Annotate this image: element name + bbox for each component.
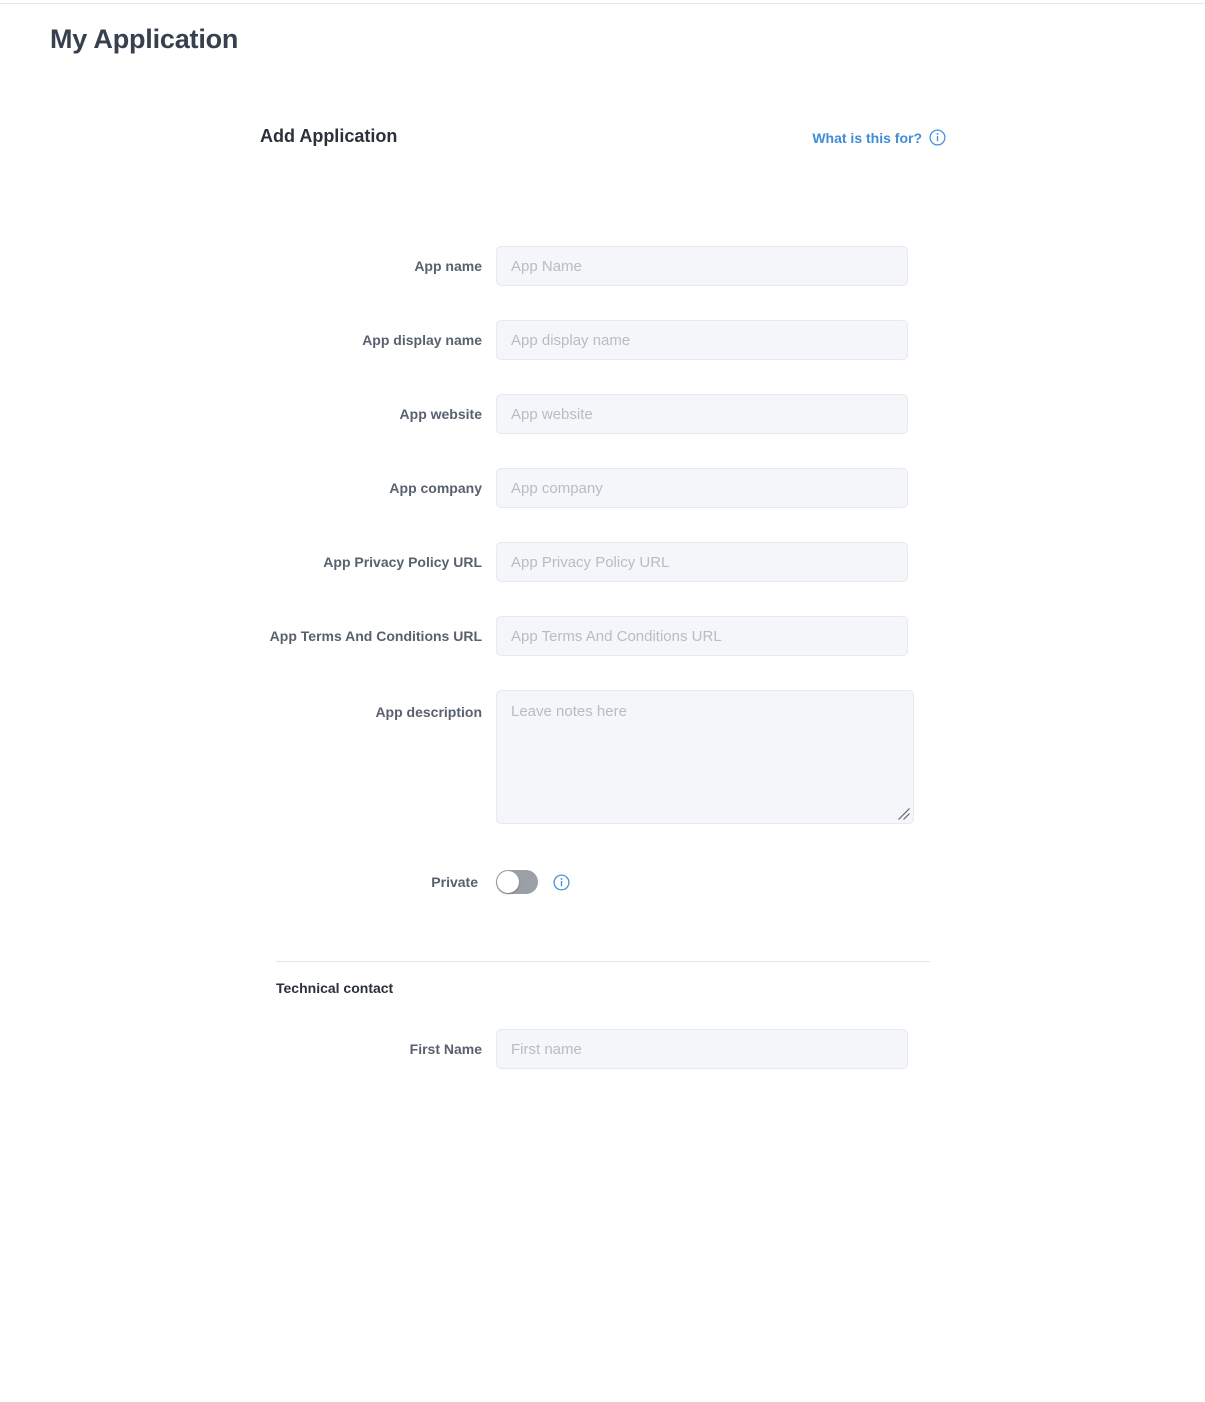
label-app-display-name: App display name xyxy=(362,332,482,348)
field-row-app-terms-and-conditions-url: App Terms And Conditions URL xyxy=(0,616,1205,656)
private-info-icon[interactable] xyxy=(553,873,570,891)
app-website-input[interactable] xyxy=(496,394,908,434)
label-app-terms-and-conditions-url: App Terms And Conditions URL xyxy=(269,628,482,644)
field-row-private: Private xyxy=(0,870,1205,894)
info-icon xyxy=(929,129,946,146)
app-privacy-policy-url-input[interactable] xyxy=(496,542,908,582)
label-app-privacy-policy-url: App Privacy Policy URL xyxy=(323,554,482,570)
add-application-card: Add Application What is this for? xyxy=(0,120,1205,160)
app-description-textarea[interactable] xyxy=(496,690,914,824)
technical-contact-heading: Technical contact xyxy=(276,980,394,996)
label-private: Private xyxy=(431,874,478,890)
control-app-privacy-policy-url xyxy=(496,542,908,582)
field-row-app-company: App company xyxy=(0,468,1205,508)
field-row-first-name: First Name xyxy=(0,1029,1205,1069)
app-company-input[interactable] xyxy=(496,468,908,508)
label-app-website: App website xyxy=(399,406,482,422)
control-app-name xyxy=(496,246,908,286)
application-form: App name App display name App website Ap… xyxy=(0,246,1205,894)
control-app-display-name xyxy=(496,320,908,360)
control-app-website xyxy=(496,394,908,434)
control-app-company xyxy=(496,468,908,508)
top-divider xyxy=(0,3,1205,4)
field-row-app-display-name: App display name xyxy=(0,320,1205,360)
card-header: Add Application What is this for? xyxy=(260,120,946,160)
private-toggle-knob xyxy=(497,871,519,893)
app-terms-and-conditions-url-input[interactable] xyxy=(496,616,908,656)
app-display-name-input[interactable] xyxy=(496,320,908,360)
private-toggle[interactable] xyxy=(496,870,538,894)
first-name-input[interactable] xyxy=(496,1029,908,1069)
app-name-input[interactable] xyxy=(496,246,908,286)
what-is-this-for-label: What is this for? xyxy=(812,129,922,146)
field-row-app-privacy-policy-url: App Privacy Policy URL xyxy=(0,542,1205,582)
label-app-company: App company xyxy=(389,480,482,496)
field-row-app-description: App description xyxy=(0,690,1205,824)
what-is-this-for-link[interactable]: What is this for? xyxy=(812,129,946,146)
technical-contact-divider xyxy=(276,961,930,962)
label-app-name: App name xyxy=(414,258,482,274)
control-first-name xyxy=(496,1029,908,1069)
field-row-app-name: App name xyxy=(0,246,1205,286)
control-app-terms-and-conditions-url xyxy=(496,616,908,656)
label-first-name: First Name xyxy=(409,1041,482,1057)
technical-contact-form: First Name xyxy=(0,1029,1205,1103)
page-title: My Application xyxy=(50,24,239,54)
label-app-description: App description xyxy=(375,704,482,720)
card-title: Add Application xyxy=(260,126,398,146)
control-app-description xyxy=(496,690,914,824)
field-row-app-website: App website xyxy=(0,394,1205,434)
